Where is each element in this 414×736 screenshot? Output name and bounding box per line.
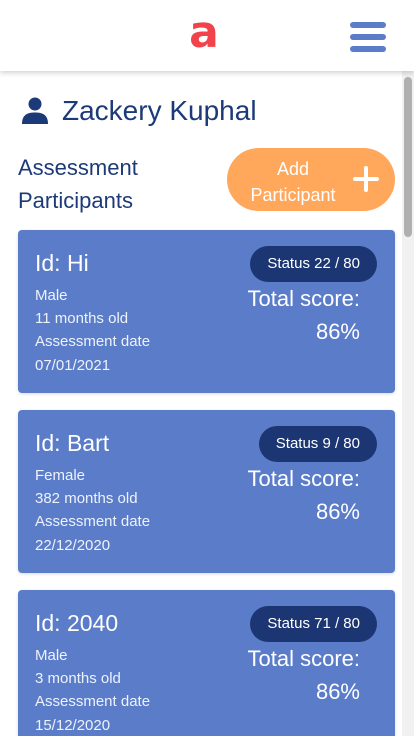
add-participant-label: Add Participant [250, 159, 336, 205]
participant-age: 3 months old [35, 670, 121, 688]
participant-card[interactable]: Id: Bart Female 382 months old Assessmen… [18, 410, 395, 573]
assessment-date: 22/12/2020 [35, 536, 111, 554]
participant-info: Female 382 months old Assessment date 22… [35, 464, 150, 557]
participant-info: Male 11 months old Assessment date 07/01… [35, 284, 150, 377]
app-logo[interactable]: a [189, 11, 219, 55]
total-score-label: Total score: [247, 286, 361, 311]
main-content: Zackery Kuphal Assessment Participants A… [0, 71, 402, 736]
participant-age: 382 months old [35, 490, 138, 508]
participant-gender: Male [35, 647, 68, 664]
participant-gender: Male [35, 287, 68, 304]
assessment-date-label: Assessment date [35, 333, 151, 351]
user-profile-row: Zackery Kuphal [22, 95, 257, 127]
section-title: Assessment Participants [18, 155, 138, 213]
assessment-date: 15/12/2020 [35, 716, 111, 734]
user-name: Zackery Kuphal [62, 95, 257, 126]
app-header: a [0, 0, 414, 71]
total-score-label: Total score: [247, 646, 361, 671]
scrollbar-thumb[interactable] [404, 77, 412, 237]
plus-icon [353, 166, 379, 192]
total-score-value: 86% [315, 319, 360, 344]
hamburger-menu-icon[interactable] [350, 22, 386, 56]
vertical-scrollbar[interactable] [402, 71, 414, 736]
status-badge: Status 71 / 80 [250, 606, 377, 642]
menu-bar [350, 34, 386, 40]
assessment-date: 07/01/2021 [35, 356, 111, 374]
assessment-date-label: Assessment date [35, 693, 151, 711]
participant-gender: Female [35, 467, 86, 484]
participant-id: Id: Bart [35, 430, 110, 456]
assessment-date-label: Assessment date [35, 513, 151, 531]
total-score-value: 86% [315, 499, 360, 524]
participant-card[interactable]: Id: Hi Male 11 months old Assessment dat… [18, 230, 395, 393]
participant-age: 11 months old [35, 310, 129, 328]
menu-bar [350, 22, 386, 28]
menu-bar [350, 46, 386, 52]
participant-info: Male 3 months old Assessment date 15/12/… [35, 644, 150, 736]
user-icon [22, 97, 48, 124]
total-score-value: 86% [315, 679, 360, 704]
add-participant-button[interactable]: Add Participant [227, 148, 395, 211]
total-score-label: Total score: [247, 466, 361, 491]
participant-id: Id: Hi [35, 250, 89, 276]
participant-card[interactable]: Id: 2040 Male 3 months old Assessment da… [18, 590, 395, 736]
status-badge: Status 22 / 80 [250, 246, 377, 282]
status-badge: Status 9 / 80 [258, 426, 377, 462]
participant-id: Id: 2040 [35, 610, 119, 636]
